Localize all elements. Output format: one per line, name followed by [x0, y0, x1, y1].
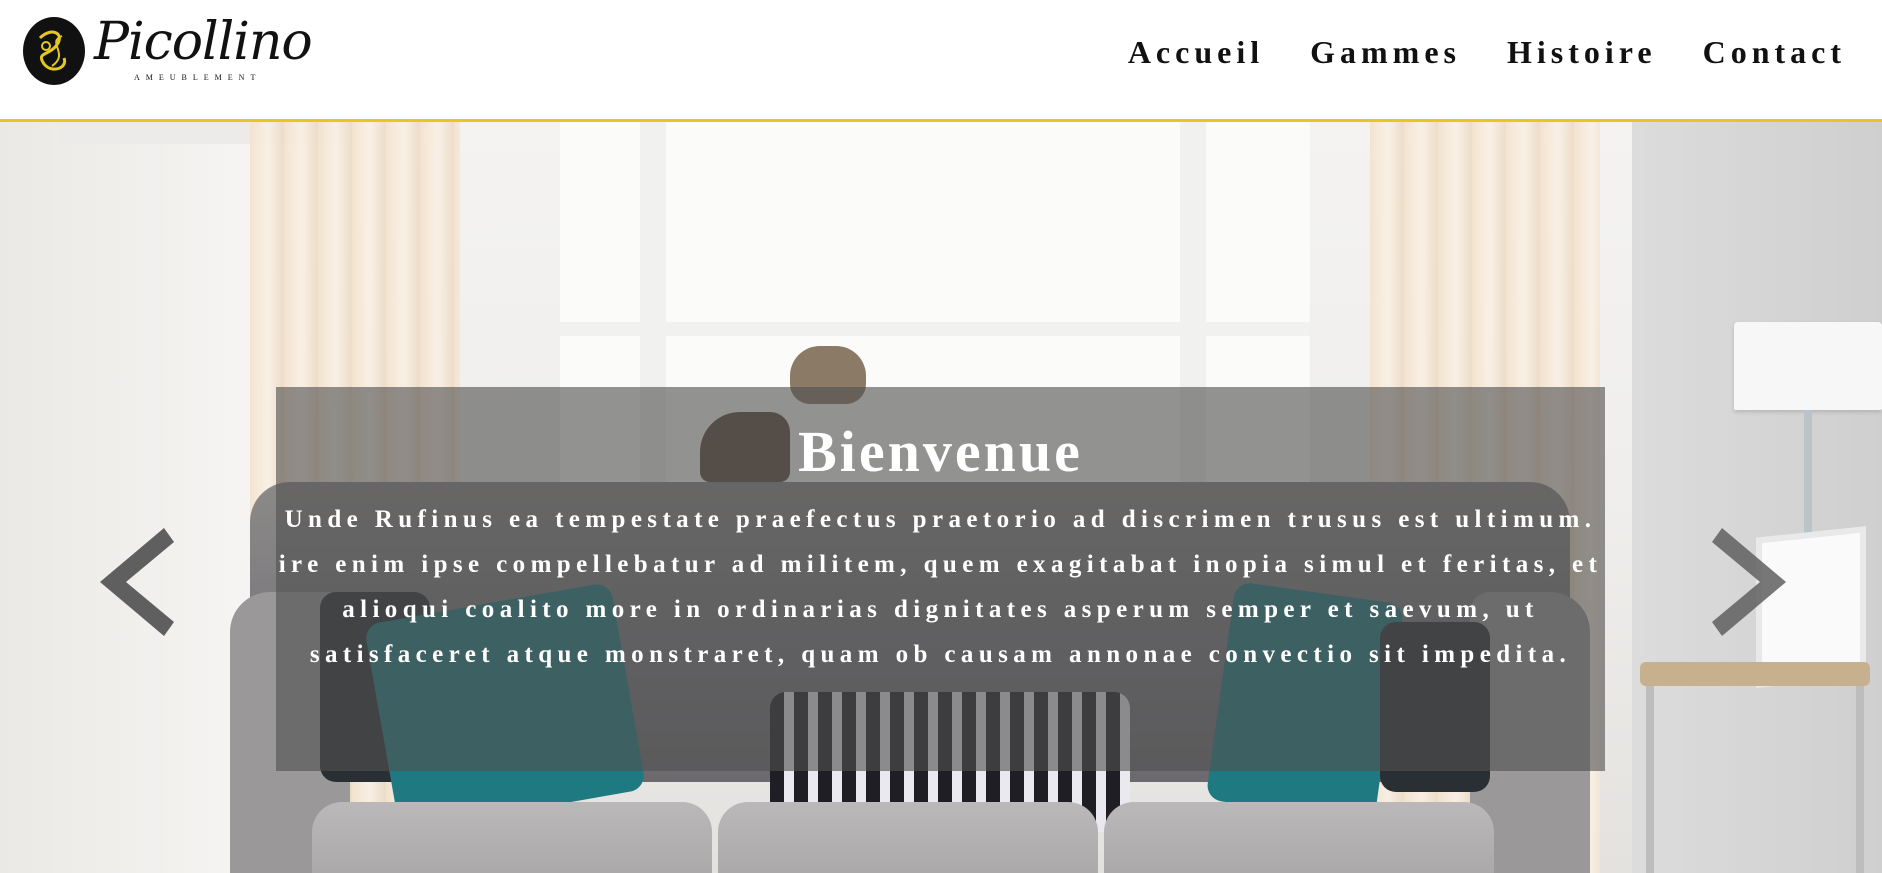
brand-name: Picollino — [94, 12, 313, 72]
hero-title: Bienvenue — [798, 419, 1083, 484]
chevron-right-icon — [1712, 528, 1786, 636]
monogram-emblem-icon — [23, 17, 85, 85]
brand-logo[interactable]: Picollino AMEUBLEMENT — [22, 12, 313, 86]
nav-item-contact[interactable]: Contact — [1703, 34, 1846, 71]
nav-item-histoire[interactable]: Histoire — [1507, 34, 1657, 71]
hero-caption: Bienvenue Unde Rufinus ea tempestate pra… — [276, 387, 1605, 771]
brand-tagline: AMEUBLEMENT — [134, 73, 262, 82]
carousel-prev-button[interactable] — [90, 520, 180, 644]
chevron-left-icon — [100, 528, 174, 636]
hero-text: Unde Rufinus ea tempestate praefectus pr… — [278, 506, 1603, 668]
main-nav: Accueil Gammes Histoire Contact — [1128, 34, 1846, 71]
nav-item-accueil[interactable]: Accueil — [1128, 34, 1264, 71]
site-header: Picollino AMEUBLEMENT Accueil Gammes His… — [0, 0, 1882, 122]
nav-item-gammes[interactable]: Gammes — [1310, 34, 1461, 71]
carousel-next-button[interactable] — [1706, 520, 1796, 644]
